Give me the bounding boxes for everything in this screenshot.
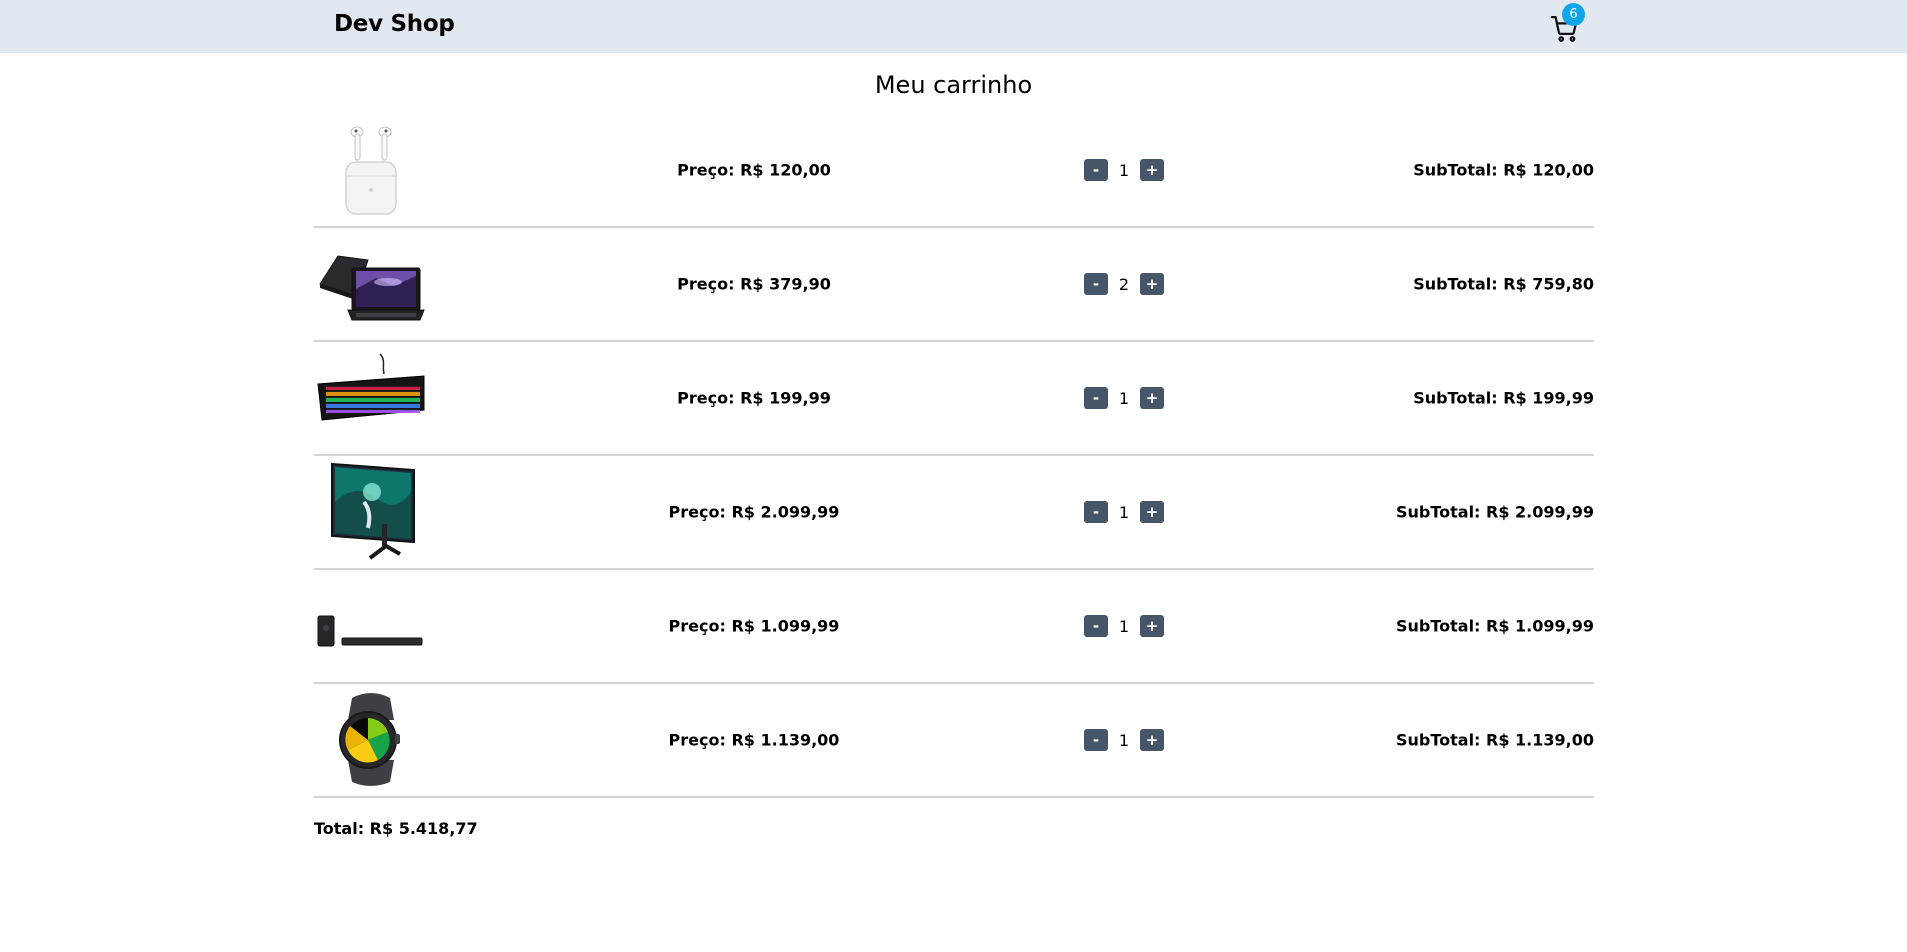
cart-list: Preço: R$ 120,00 - 1 + SubTotal: R$ 120,… [314,114,1594,798]
increase-quantity-button[interactable]: + [1140,501,1164,523]
product-image-monitor [316,462,426,562]
quantity-value: 1 [1118,388,1130,408]
product-image-airpods [316,120,426,220]
item-price: Preço: R$ 379,90 [677,274,831,294]
increase-quantity-button[interactable]: + [1140,387,1164,409]
quantity-value: 1 [1118,730,1130,750]
quantity-value: 1 [1118,616,1130,636]
increase-quantity-button[interactable]: + [1140,729,1164,751]
item-subtotal: SubTotal: R$ 1.099,99 [1395,616,1594,636]
decrease-quantity-button[interactable]: - [1084,615,1108,637]
quantity-stepper: - 1 + [1069,615,1179,637]
product-image-smartwatch [316,690,426,790]
decrease-quantity-button[interactable]: - [1084,501,1108,523]
cart-item-row: Preço: R$ 120,00 - 1 + SubTotal: R$ 120,… [314,114,1594,228]
increase-quantity-button[interactable]: + [1140,615,1164,637]
quantity-stepper: - 1 + [1069,729,1179,751]
quantity-stepper: - 1 + [1069,159,1179,181]
decrease-quantity-button[interactable]: - [1084,159,1108,181]
decrease-quantity-button[interactable]: - [1084,729,1108,751]
cart-count-badge: 6 [1562,3,1585,26]
cart-item-row: Preço: R$ 379,90 - 2 + SubTotal: R$ 759,… [314,228,1594,342]
quantity-stepper: - 2 + [1069,273,1179,295]
item-subtotal: SubTotal: R$ 199,99 [1413,388,1594,408]
increase-quantity-button[interactable]: + [1140,273,1164,295]
cart-item-row: Preço: R$ 1.099,99 - 1 + SubTotal: R$ 1.… [314,570,1594,684]
top-header: Dev Shop 6 [0,0,1907,53]
item-price: Preço: R$ 2.099,99 [668,502,840,522]
cart-total: Total: R$ 5.418,77 [314,819,478,838]
product-image-laptop [316,234,426,334]
quantity-value: 1 [1118,502,1130,522]
increase-quantity-button[interactable]: + [1140,159,1164,181]
item-subtotal: SubTotal: R$ 759,80 [1413,274,1594,294]
quantity-stepper: - 1 + [1069,387,1179,409]
item-subtotal: SubTotal: R$ 1.139,00 [1395,730,1594,750]
quantity-stepper: - 1 + [1069,501,1179,523]
quantity-value: 1 [1118,160,1130,180]
item-price: Preço: R$ 120,00 [677,160,831,180]
cart-item-row: Preço: R$ 2.099,99 - 1 + SubTotal: R$ 2.… [314,456,1594,570]
decrease-quantity-button[interactable]: - [1084,387,1108,409]
product-image-soundbar [316,576,426,676]
item-price: Preço: R$ 1.139,00 [668,730,840,750]
item-price: Preço: R$ 199,99 [677,388,831,408]
brand-logo-text[interactable]: Dev Shop [334,11,455,37]
product-image-keyboard [316,348,426,448]
page-title: Meu carrinho [874,71,1033,99]
decrease-quantity-button[interactable]: - [1084,273,1108,295]
item-subtotal: SubTotal: R$ 2.099,99 [1395,502,1594,522]
cart-item-row: Preço: R$ 1.139,00 - 1 + SubTotal: R$ 1.… [314,684,1594,798]
item-subtotal: SubTotal: R$ 120,00 [1413,160,1594,180]
item-price: Preço: R$ 1.099,99 [668,616,840,636]
quantity-value: 2 [1118,274,1130,294]
cart-item-row: Preço: R$ 199,99 - 1 + SubTotal: R$ 199,… [314,342,1594,456]
